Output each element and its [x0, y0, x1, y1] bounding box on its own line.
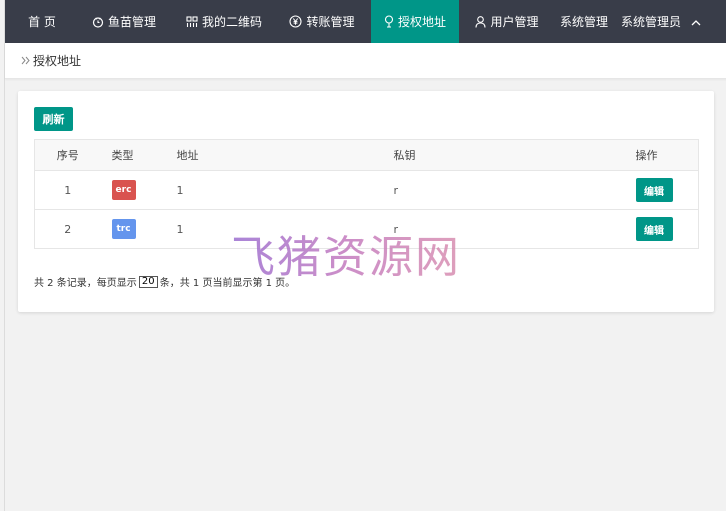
admin-menu[interactable]: 系统管理员 [621, 0, 701, 43]
row-action-cell: 编辑 [616, 209, 699, 249]
row-action-cell: 编辑 [616, 170, 699, 210]
yen-icon [289, 15, 303, 28]
type-badge: trc [111, 219, 136, 239]
nav-item-qrcode[interactable]: 我的二维码 [179, 0, 269, 43]
chevron-up-icon [691, 15, 701, 29]
column-header: 类型 [100, 139, 167, 171]
nav-item-label: 用户管理 [490, 15, 539, 29]
table-row: 2 trc 1 r 编辑 [34, 209, 699, 249]
user-icon [475, 15, 487, 28]
nav-item-label: 鱼苗管理 [107, 15, 156, 29]
nav-item-label: 转账管理 [306, 15, 355, 29]
breadcrumb: 授权地址 [5, 43, 726, 79]
nav-item-system[interactable]: 系统管理 [555, 0, 613, 43]
column-header: 地址 [166, 139, 382, 171]
qrcode-icon [186, 15, 198, 28]
pagination-prefix: 共 2 条记录，每页显示 [34, 278, 137, 289]
row-address: 1 [166, 209, 382, 249]
refresh-button[interactable]: 刷新 [34, 107, 73, 131]
type-badge: erc [111, 180, 136, 200]
row-key: r [381, 209, 617, 249]
pagination: 共 2 条记录，每页显示 条，共 1 页当前显示第 1 页。 [34, 274, 295, 289]
fish-icon [92, 16, 104, 28]
column-header: 序号 [34, 139, 101, 171]
top-nav: 首 页 鱼苗管理 我的二维码 转账管理 授权地址 用户管理 系统管理 系统管理员 [5, 0, 726, 43]
content-card: 刷新 序号 类型 地址 私钥 操作 1 erc 1 r 编辑 2 trc 1 r… [18, 91, 714, 312]
row-index: 2 [34, 209, 101, 249]
nav-item-transfer[interactable]: 转账管理 [284, 0, 360, 43]
breadcrumb-current: 授权地址 [33, 54, 82, 68]
row-index: 1 [34, 170, 101, 210]
nav-item-auth-address[interactable]: 授权地址 [371, 0, 459, 43]
nav-item-label: 首 页 [28, 15, 56, 29]
page-size-input[interactable] [138, 275, 158, 288]
nav-item-home[interactable]: 首 页 [5, 0, 59, 43]
admin-label: 系统管理员 [621, 15, 682, 29]
nav-item-label: 系统管理 [559, 15, 608, 29]
nav-item-fish[interactable]: 鱼苗管理 [82, 0, 166, 43]
column-header: 操作 [616, 139, 699, 171]
address-table: 序号 类型 地址 私钥 操作 1 erc 1 r 编辑 2 trc 1 r 编辑 [34, 139, 699, 249]
app-frame: 首 页 鱼苗管理 我的二维码 转账管理 授权地址 用户管理 系统管理 系统管理员… [4, 0, 726, 511]
location-pin-icon [384, 15, 394, 28]
nav-item-label: 授权地址 [397, 15, 446, 29]
double-chevron-right-icon [21, 54, 30, 68]
table-header-row: 序号 类型 地址 私钥 操作 [34, 139, 699, 171]
column-header: 私钥 [381, 139, 617, 171]
edit-button[interactable]: 编辑 [635, 178, 673, 202]
row-key: r [381, 170, 617, 210]
row-type-cell: trc [100, 209, 167, 249]
nav-item-users[interactable]: 用户管理 [469, 0, 545, 43]
edit-button[interactable]: 编辑 [635, 217, 673, 241]
nav-item-label: 我的二维码 [201, 15, 262, 29]
table-row: 1 erc 1 r 编辑 [34, 170, 699, 210]
pagination-suffix: 条，共 1 页当前显示第 1 页。 [159, 278, 296, 289]
row-address: 1 [166, 170, 382, 210]
row-type-cell: erc [100, 170, 167, 210]
